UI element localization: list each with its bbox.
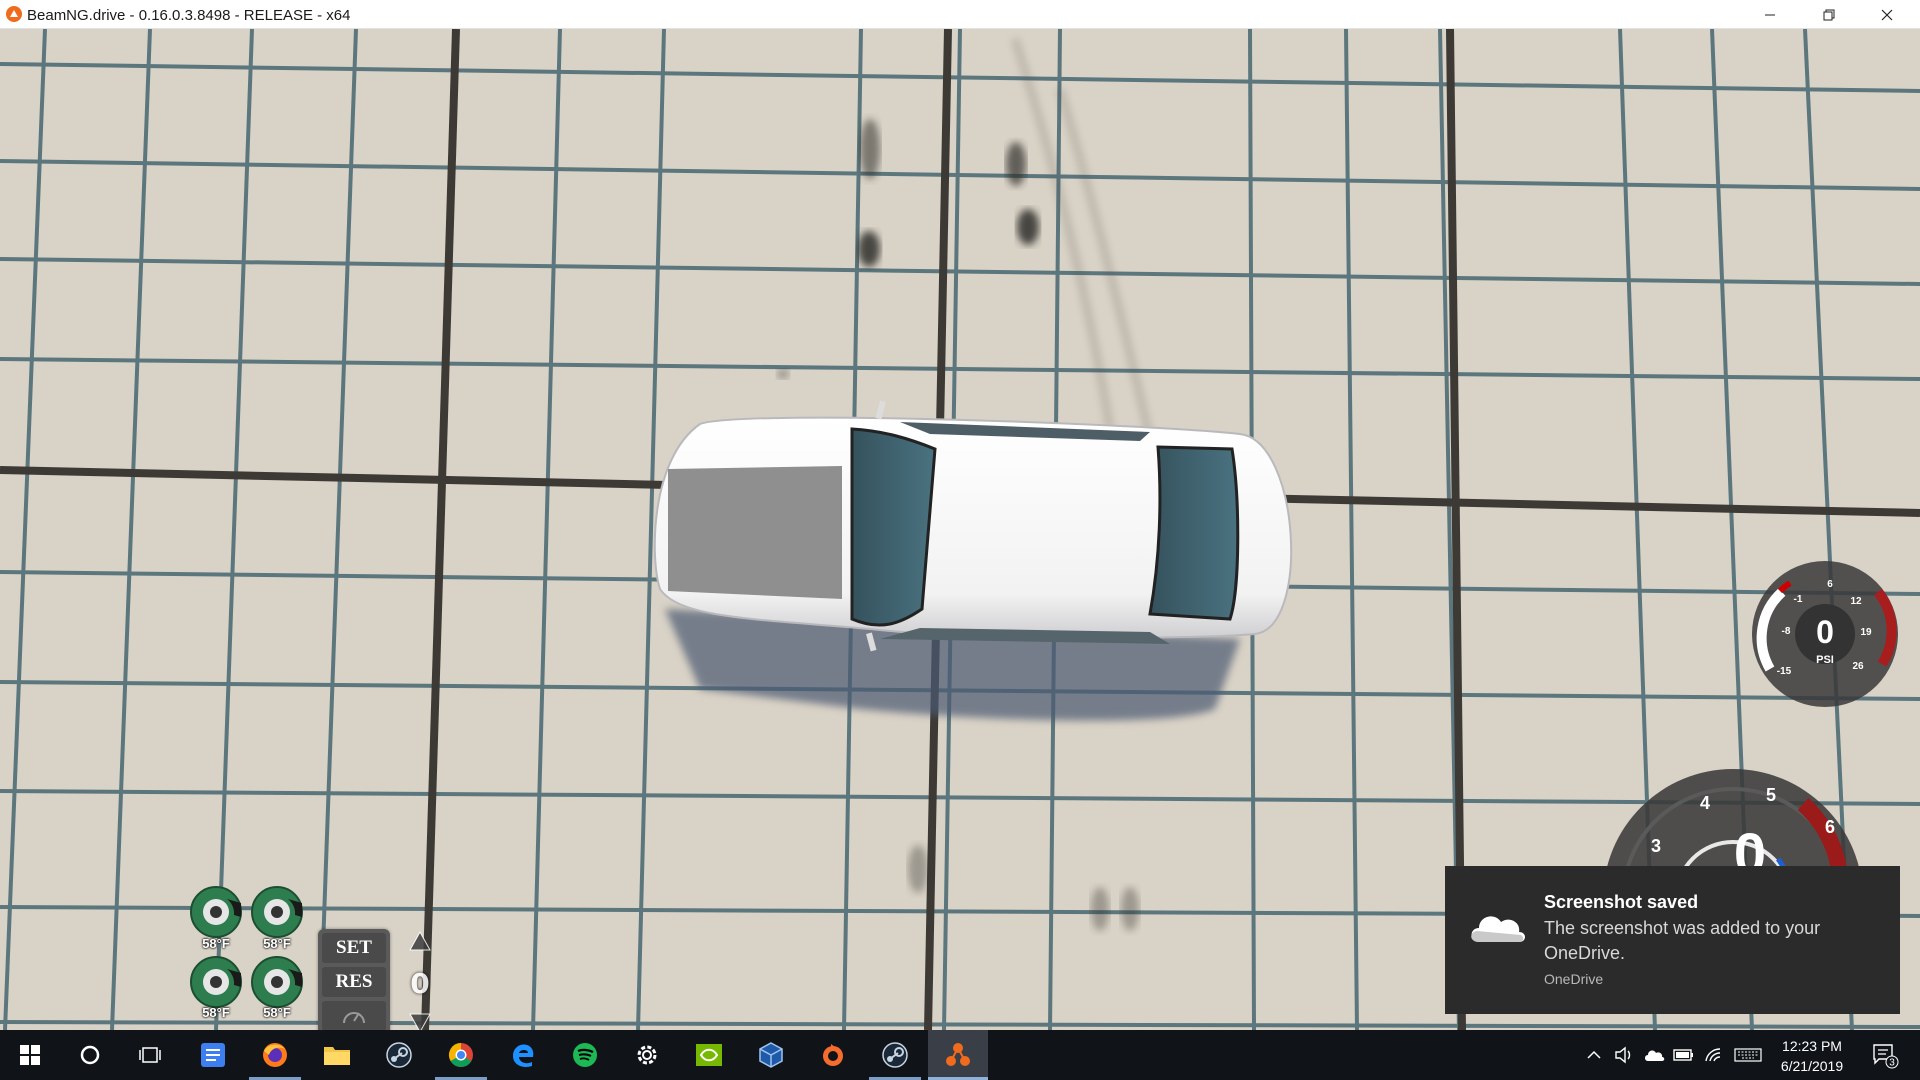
cortana-button[interactable] [60,1030,120,1080]
brake-temp-front-right: 58°F [263,936,291,951]
tray-battery[interactable] [1670,1030,1698,1080]
taskbar: 12:23 PM 6/21/2019 3 [0,1030,1920,1080]
game-viewport[interactable]: 58°F 58°F 58°F 58°F SET RES 0 0 PSI -15 … [0,29,1920,1030]
brake-rear-right-icon [251,956,303,1008]
close-button[interactable] [1858,0,1916,29]
firefox-icon [263,1043,287,1067]
cruise-toggle-button[interactable] [322,1001,386,1030]
keyboard-icon [1734,1048,1762,1062]
docs-icon [201,1043,225,1067]
task-view-button[interactable] [120,1030,180,1080]
brake-temp-rear-left: 58°F [202,1005,230,1020]
beamng-icon [946,1043,970,1066]
steam-icon [386,1042,412,1068]
rpm-tick: 6 [1825,817,1835,837]
boost-tick: -1 [1794,594,1803,605]
taskbar-clock[interactable]: 12:23 PM 6/21/2019 [1764,1036,1860,1076]
clock-time: 12:23 PM [1782,1038,1842,1054]
brake-front-left-icon [190,886,242,938]
minimize-icon [1765,14,1775,15]
cruise-control-panel: SET RES [318,929,390,1030]
brake-front-right-icon [251,886,303,938]
chevron-up-icon [1587,1050,1601,1059]
origin-icon [823,1044,843,1066]
car [653,400,1293,652]
task-view-icon [139,1047,161,1063]
taskbar-virtualbox[interactable] [741,1030,801,1080]
notification-count: 3 [1889,1058,1895,1069]
boost-tick: 26 [1852,661,1864,672]
nvidia-icon [696,1044,722,1066]
spotify-icon [573,1043,597,1067]
settings-icon [637,1045,657,1065]
taskbar-docs[interactable] [183,1030,243,1080]
brake-temp-rear-right: 58°F [263,1005,291,1020]
volume-icon [1615,1046,1631,1064]
rpm-tick: 4 [1700,793,1710,813]
start-icon [20,1045,40,1065]
taskbar-steam-2[interactable] [865,1030,925,1080]
notification-toast[interactable]: Screenshot saved The screenshot was adde… [1445,866,1900,1014]
rpm-tick: 5 [1766,785,1776,805]
taskbar-origin[interactable] [803,1030,863,1080]
virtualbox-icon [759,1042,783,1068]
triangle-up-icon[interactable] [408,929,432,953]
notification-body: The screenshot was added to your OneDriv… [1544,918,1821,963]
cruise-res-button[interactable]: RES [322,967,386,997]
taskbar-firefox[interactable] [245,1030,305,1080]
minimize-button[interactable] [1741,0,1799,29]
boost-value: 0 [1816,614,1834,650]
taskbar-nvidia[interactable] [679,1030,739,1080]
notification-source: OneDrive [1544,971,1604,987]
boost-tick: 6 [1827,579,1833,590]
triangle-down-icon[interactable] [408,1011,432,1030]
cruise-speed-value: 0 [410,967,430,1000]
taskbar-edge[interactable] [493,1030,553,1080]
onedrive-cloud-icon [1471,916,1525,942]
cruise-set-button[interactable]: SET [322,933,386,963]
tray-overflow-button[interactable] [1580,1030,1608,1080]
steam-icon [882,1042,908,1068]
boost-tick: 19 [1860,627,1872,638]
tray-wifi[interactable] [1700,1030,1728,1080]
notification-icon: 3 [1873,1044,1899,1069]
tray-onedrive[interactable] [1640,1030,1668,1080]
taskbar-beamng[interactable] [928,1030,988,1080]
cortana-icon [80,1045,100,1065]
restore-icon [1823,9,1835,20]
notification-title: Screenshot saved [1544,892,1699,912]
action-center-button[interactable]: 3 [1860,1030,1910,1080]
rpm-tick: 3 [1651,836,1661,856]
window-title: BeamNG.drive - 0.16.0.3.8498 - RELEASE -… [27,7,351,24]
wifi-icon [1705,1048,1721,1062]
taskbar-spotify[interactable] [555,1030,615,1080]
tray-volume[interactable] [1610,1030,1638,1080]
taskbar-settings[interactable] [617,1030,677,1080]
speedometer-icon [343,1012,365,1024]
clock-date: 6/21/2019 [1780,1058,1844,1074]
brake-rear-left-icon [190,956,242,1008]
onedrive-icon [1645,1050,1665,1061]
start-button[interactable] [0,1030,60,1080]
title-bar[interactable]: BeamNG.drive - 0.16.0.3.8498 - RELEASE -… [0,0,1920,29]
taskbar-steam[interactable] [369,1030,429,1080]
beamng-window: BeamNG.drive - 0.16.0.3.8498 - RELEASE -… [0,0,1920,1080]
taskbar-file-explorer[interactable] [307,1030,367,1080]
close-icon [1881,9,1893,20]
battery-icon [1673,1049,1693,1061]
taskbar-chrome[interactable] [431,1030,491,1080]
boost-unit: PSI [1816,654,1834,666]
boost-gauge: 0 PSI -15 -8 -1 6 12 19 26 [1752,561,1898,707]
boost-tick: -15 [1777,666,1792,677]
edge-icon [513,1044,534,1067]
restore-button[interactable] [1800,0,1858,29]
tray-keyboard[interactable] [1732,1030,1764,1080]
boost-tick: 12 [1850,596,1862,607]
chrome-icon [448,1043,473,1068]
file-explorer-icon [324,1047,350,1065]
brake-temp-front-left: 58°F [202,936,230,951]
beamng-app-icon [6,6,22,22]
boost-tick: -8 [1782,626,1791,637]
